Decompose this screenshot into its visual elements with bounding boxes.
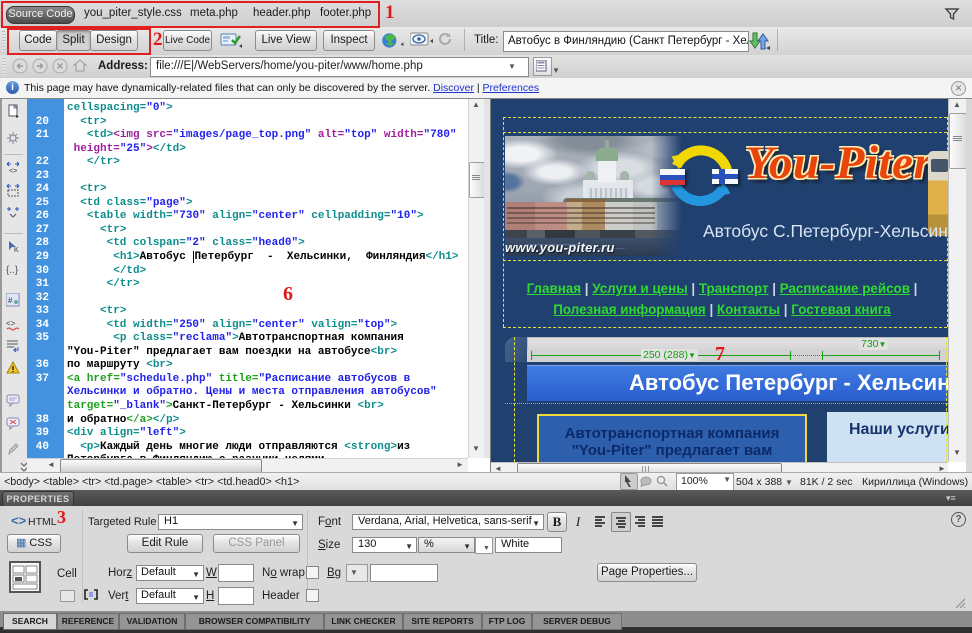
- svg-text:<>: <>: [6, 319, 16, 328]
- svg-text:<>: <>: [9, 168, 17, 175]
- svg-text:K: K: [14, 247, 19, 254]
- svg-text:#: #: [8, 296, 13, 305]
- svg-text:{..}: {..}: [6, 265, 19, 276]
